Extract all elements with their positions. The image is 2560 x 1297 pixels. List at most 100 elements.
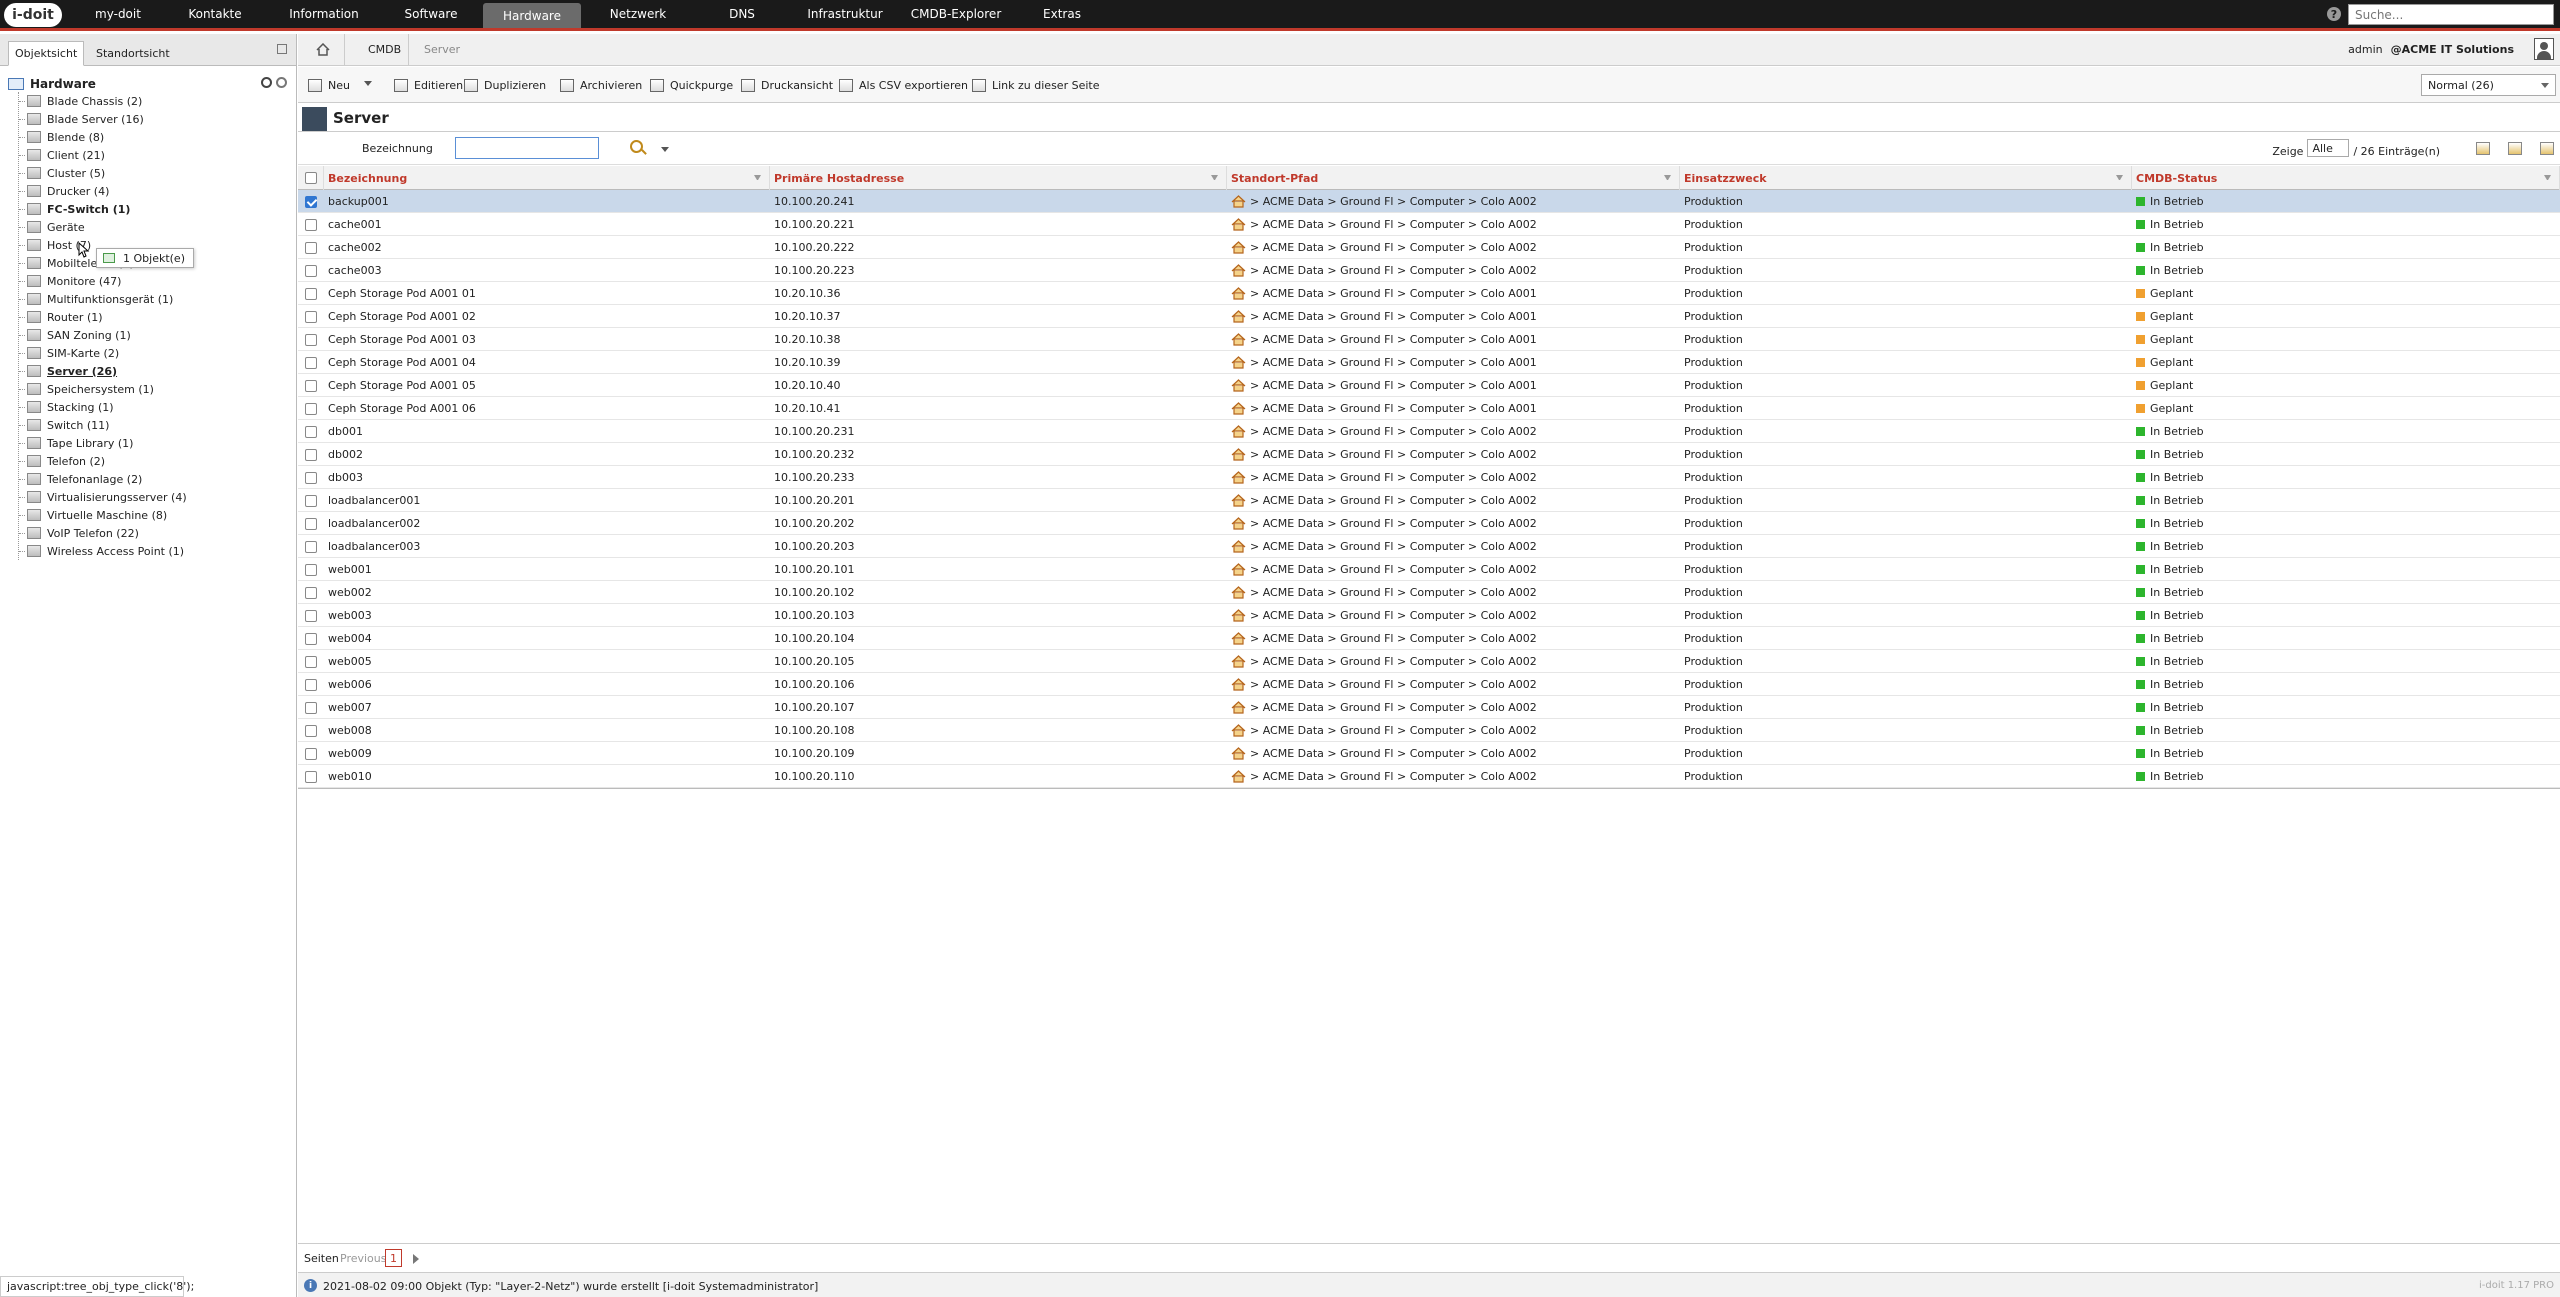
select-all-checkbox[interactable] xyxy=(304,172,317,184)
toolbar-button-editieren[interactable]: Editieren xyxy=(394,77,463,93)
home-icon[interactable] xyxy=(316,43,330,56)
toolbar-button-link-zu-dieser-seite[interactable]: Link zu dieser Seite xyxy=(972,77,1099,93)
row-checkbox[interactable] xyxy=(305,540,317,553)
cell-name[interactable]: loadbalancer001 xyxy=(324,489,770,512)
row-checkbox[interactable] xyxy=(305,379,317,392)
table-row[interactable]: web003 10.100.20.103 > ACME Data > Ground … xyxy=(298,604,2560,627)
toolbar-button-neu[interactable]: Neu xyxy=(308,77,350,93)
list-export-icon[interactable] xyxy=(2540,142,2554,155)
tree-item[interactable]: Cluster (5) xyxy=(19,164,293,182)
tree-item[interactable]: Switch (11) xyxy=(19,416,293,434)
toolbar-button-duplizieren[interactable]: Duplizieren xyxy=(464,77,546,93)
tree-item[interactable]: Speichersystem (1) xyxy=(19,380,293,398)
cell-name[interactable]: web010 xyxy=(324,765,770,788)
tree-item[interactable]: Virtuelle Maschine (8) xyxy=(19,506,293,524)
row-checkbox[interactable] xyxy=(305,425,317,438)
filter-dropdown-arrow[interactable] xyxy=(661,147,669,152)
table-row[interactable]: web006 10.100.20.106 > ACME Data > Ground … xyxy=(298,673,2560,696)
column-header[interactable]: Bezeichnung xyxy=(324,166,770,190)
cell-name[interactable]: db002 xyxy=(324,443,770,466)
pager-current-page[interactable]: 1 xyxy=(385,1249,402,1267)
nav-item-extras[interactable]: Extras xyxy=(1011,0,1113,28)
pager-previous[interactable]: Previous xyxy=(340,1252,387,1265)
row-checkbox[interactable] xyxy=(305,747,317,760)
cell-name[interactable]: loadbalancer002 xyxy=(324,512,770,535)
nav-item-kontakte[interactable]: Kontakte xyxy=(161,0,269,28)
row-checkbox[interactable] xyxy=(305,241,317,254)
table-row[interactable]: web004 10.100.20.104 > ACME Data > Ground … xyxy=(298,627,2560,650)
eye-icon[interactable] xyxy=(261,77,272,88)
cell-name[interactable]: web009 xyxy=(324,742,770,765)
nav-item-dns[interactable]: DNS xyxy=(695,0,789,28)
breadcrumb-cmdb[interactable]: CMDB xyxy=(368,43,401,56)
table-row[interactable]: db003 10.100.20.233 > ACME Data > Ground F… xyxy=(298,466,2560,489)
table-row[interactable]: Ceph Storage Pod A001 05 10.20.10.40 > ACM… xyxy=(298,374,2560,397)
table-row[interactable]: Ceph Storage Pod A001 03 10.20.10.38 > ACM… xyxy=(298,328,2560,351)
tree-item[interactable]: Telefon (2) xyxy=(19,452,293,470)
tree-item[interactable]: Router (1) xyxy=(19,308,293,326)
cell-name[interactable]: cache002 xyxy=(324,236,770,259)
tree-item[interactable]: Virtualisierungsserver (4) xyxy=(19,488,293,506)
cell-name[interactable]: Ceph Storage Pod A001 01 xyxy=(324,282,770,305)
row-checkbox[interactable] xyxy=(305,586,317,599)
popout-icon[interactable] xyxy=(277,44,287,54)
row-checkbox[interactable] xyxy=(305,333,317,346)
tree-item[interactable]: Blende (8) xyxy=(19,128,293,146)
row-checkbox[interactable] xyxy=(305,218,317,231)
toolbar-button-als-csv-exportieren[interactable]: Als CSV exportieren xyxy=(839,77,968,93)
row-checkbox[interactable] xyxy=(305,678,317,691)
table-row[interactable]: backup001 10.100.20.241 > ACME Data > Grou… xyxy=(298,190,2560,213)
cell-name[interactable]: db001 xyxy=(324,420,770,443)
cell-name[interactable]: loadbalancer003 xyxy=(324,535,770,558)
row-checkbox[interactable] xyxy=(305,195,317,208)
row-checkbox[interactable] xyxy=(305,770,317,783)
cell-name[interactable]: web007 xyxy=(324,696,770,719)
sort-icon[interactable] xyxy=(2544,175,2551,182)
toolbar-button-quickpurge[interactable]: Quickpurge xyxy=(650,77,733,93)
nav-item-information[interactable]: Information xyxy=(269,0,379,28)
table-row[interactable]: web005 10.100.20.105 > ACME Data > Ground … xyxy=(298,650,2560,673)
tree-item[interactable]: Geräte xyxy=(19,218,293,236)
tree-item[interactable]: Tape Library (1) xyxy=(19,434,293,452)
tree-item[interactable]: Monitore (47) xyxy=(19,272,293,290)
cell-name[interactable]: cache003 xyxy=(324,259,770,282)
sort-icon[interactable] xyxy=(2116,175,2123,182)
column-header[interactable]: CMDB-Status xyxy=(2132,166,2560,190)
tree-item[interactable]: Telefonanlage (2) xyxy=(19,470,293,488)
cell-name[interactable]: web006 xyxy=(324,673,770,696)
column-header[interactable]: Einsatzzweck xyxy=(1680,166,2132,190)
tree-item[interactable]: Drucker (4) xyxy=(19,182,293,200)
row-checkbox[interactable] xyxy=(305,632,317,645)
cell-name[interactable]: backup001 xyxy=(324,190,770,213)
tree-item[interactable]: Wireless Access Point (1) xyxy=(19,542,293,560)
table-row[interactable]: cache002 10.100.20.222 > ACME Data > Groun… xyxy=(298,236,2560,259)
cell-name[interactable]: web001 xyxy=(324,558,770,581)
cell-name[interactable]: web004 xyxy=(324,627,770,650)
nav-item-netzwerk[interactable]: Netzwerk xyxy=(581,0,695,28)
show-select[interactable]: Alle xyxy=(2307,139,2350,157)
table-row[interactable]: web001 10.100.20.101 > ACME Data > Ground … xyxy=(298,558,2560,581)
table-row[interactable]: db002 10.100.20.232 > ACME Data > Ground F… xyxy=(298,443,2560,466)
list-config-icon[interactable] xyxy=(2476,142,2490,155)
table-row[interactable]: loadbalancer001 10.100.20.201 > ACME Data … xyxy=(298,489,2560,512)
cell-name[interactable]: web008 xyxy=(324,719,770,742)
nav-item-cmdb-explorer[interactable]: CMDB-Explorer xyxy=(901,0,1011,28)
row-checkbox[interactable] xyxy=(305,609,317,622)
table-row[interactable]: web008 10.100.20.108 > ACME Data > Ground … xyxy=(298,719,2560,742)
table-row[interactable]: Ceph Storage Pod A001 04 10.20.10.39 > ACM… xyxy=(298,351,2560,374)
nav-item-hardware[interactable]: Hardware xyxy=(483,3,581,28)
cell-name[interactable]: Ceph Storage Pod A001 03 xyxy=(324,328,770,351)
row-checkbox[interactable] xyxy=(305,517,317,530)
tree-item[interactable]: FC-Switch (1) xyxy=(19,200,293,218)
global-search-input[interactable] xyxy=(2348,4,2554,25)
table-row[interactable]: loadbalancer002 10.100.20.202 > ACME Data … xyxy=(298,512,2560,535)
tree-item[interactable]: SIM-Karte (2) xyxy=(19,344,293,362)
cell-name[interactable]: Ceph Storage Pod A001 06 xyxy=(324,397,770,420)
tab-standortsicht[interactable]: Standortsicht xyxy=(90,41,176,66)
tree-item[interactable]: VoIP Telefon (22) xyxy=(19,524,293,542)
table-row[interactable]: web010 10.100.20.110 > ACME Data > Ground … xyxy=(298,765,2560,788)
tree-item[interactable]: Server (26) xyxy=(19,362,293,380)
row-checkbox[interactable] xyxy=(305,287,317,300)
cell-name[interactable]: db003 xyxy=(324,466,770,489)
nav-item-my-doit[interactable]: my-doit xyxy=(75,0,161,28)
